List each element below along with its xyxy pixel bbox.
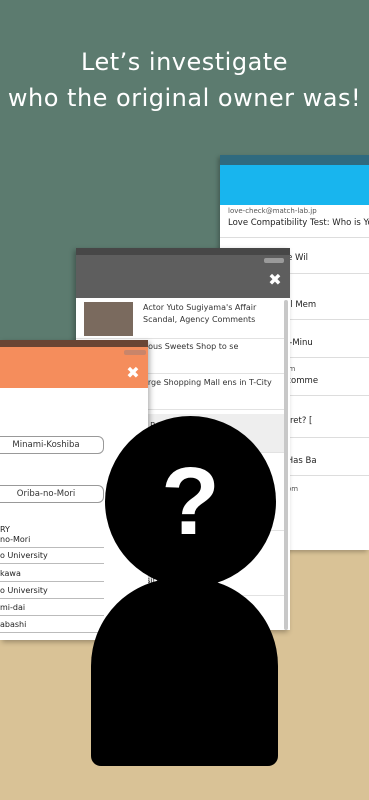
email-sender: love-check@match-lab.jp bbox=[228, 207, 317, 215]
email-window-header bbox=[220, 165, 369, 205]
profile-window-topbar bbox=[0, 340, 148, 347]
list-item: no-Mori bbox=[0, 532, 104, 548]
list-item: mi-dai bbox=[0, 600, 104, 616]
news-headline: arge Shopping Mall ens in T-City bbox=[143, 378, 272, 387]
profile-window-header: ✖ bbox=[0, 340, 148, 388]
station-field[interactable]: Minami-Koshiba bbox=[0, 436, 104, 454]
news-window-topbar bbox=[76, 248, 290, 255]
news-thumbnail bbox=[84, 302, 133, 336]
list-item[interactable]: love-check@match-lab.jp Love Compatibili… bbox=[220, 207, 369, 238]
email-subject: Love Compatibility Test: Who is You bbox=[228, 218, 369, 228]
window-handle bbox=[264, 258, 284, 263]
list-item: abashi bbox=[0, 617, 104, 633]
news-headline: nous Sweets Shop to se bbox=[143, 342, 239, 351]
area-field[interactable]: Oriba-no-Mori bbox=[0, 485, 104, 503]
close-icon[interactable]: ✖ bbox=[120, 360, 146, 386]
headline-line-1: Let’s investigate bbox=[81, 48, 288, 76]
list-item: o University bbox=[0, 583, 104, 599]
list-item: o University bbox=[0, 548, 104, 564]
question-mark-icon: ? bbox=[161, 448, 220, 555]
close-icon[interactable]: ✖ bbox=[262, 267, 288, 293]
headline-line-2: who the original owner was! bbox=[7, 84, 362, 112]
scrollbar[interactable] bbox=[284, 300, 288, 630]
list-item[interactable]: Actor Yuto Sugiyama's Affair Scandal, Ag… bbox=[76, 298, 284, 339]
window-handle bbox=[124, 350, 146, 355]
headline: Let’s investigate who the original owner… bbox=[0, 44, 369, 116]
silhouette-body bbox=[91, 578, 278, 766]
news-headline: Actor Yuto Sugiyama's Affair Scandal, Ag… bbox=[143, 303, 257, 324]
email-window-topbar bbox=[220, 155, 369, 165]
news-window-header: ✖ bbox=[76, 248, 290, 298]
list-item: kawa bbox=[0, 566, 104, 582]
